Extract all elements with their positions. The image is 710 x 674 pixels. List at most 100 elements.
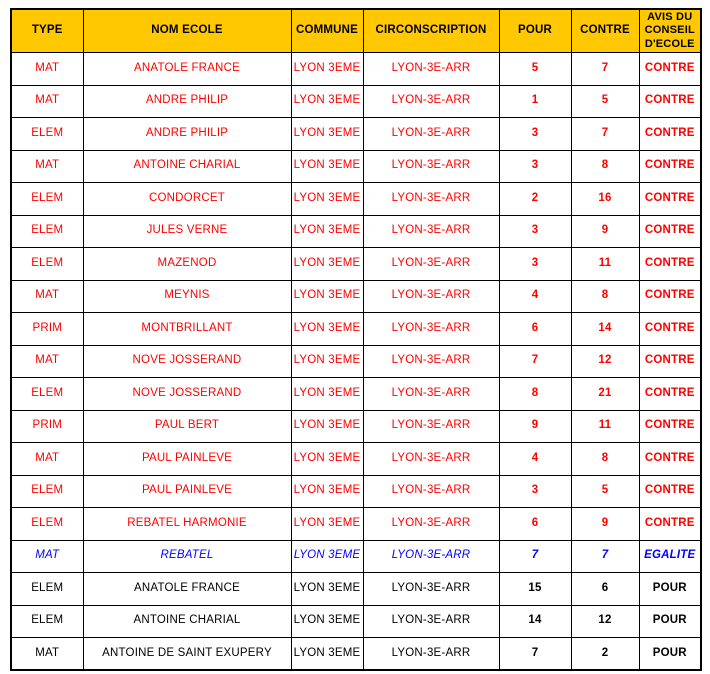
table-row: MAT PAUL PAINLEVE LYON 3EME LYON-3E-ARR 4 8 CO… (10, 442, 702, 476)
cell-circonscription: LYON-3E-ARR (362, 604, 500, 638)
cell-commune: LYON 3EME (290, 247, 364, 281)
cell-nom-ecole: PAUL PAINLEVE (82, 442, 292, 476)
cell-type: MAT (10, 637, 84, 671)
cell-nom-ecole: REBATEL HARMONIE (82, 507, 292, 541)
cell-commune: LYON 3EME (290, 442, 364, 476)
cell-commune: LYON 3EME (290, 84, 364, 118)
cell-type: ELEM (10, 117, 84, 151)
cell-circonscription: LYON-3E-ARR (362, 117, 500, 151)
cell-pour: 7 (498, 539, 572, 573)
cell-commune: LYON 3EME (290, 474, 364, 508)
cell-avis: CONTRE (638, 442, 702, 476)
cell-pour: 5 (498, 52, 572, 86)
table-row: MAT ANATOLE FRANCE LYON 3EME LYON-3E-ARR 5 7 C… (10, 52, 702, 86)
table-row: ELEM REBATEL HARMONIE LYON 3EME LYON-3E-ARR… (10, 507, 702, 541)
cell-circonscription: LYON-3E-ARR (362, 474, 500, 508)
cell-pour: 3 (498, 214, 572, 248)
cell-commune: LYON 3EME (290, 52, 364, 86)
avis-header-line-2: CONSEIL (644, 24, 695, 37)
cell-commune: LYON 3EME (290, 312, 364, 346)
cell-pour: 7 (498, 637, 572, 671)
cell-commune: LYON 3EME (290, 604, 364, 638)
cell-pour: 4 (498, 442, 572, 476)
cell-circonscription: LYON-3E-ARR (362, 247, 500, 281)
cell-commune: LYON 3EME (290, 117, 364, 151)
cell-circonscription: LYON-3E-ARR (362, 409, 500, 443)
cell-nom-ecole: ANTOINE DE SAINT EXUPERY (82, 637, 292, 671)
cell-type: ELEM (10, 604, 84, 638)
cell-pour: 3 (498, 149, 572, 183)
cell-avis: POUR (638, 637, 702, 671)
cell-pour: 2 (498, 182, 572, 216)
cell-avis: EGALITE (638, 539, 702, 573)
school-council-vote-table: TYPE NOM ECOLE COMMUNE CIRCONSCRIPTION P… (10, 8, 702, 671)
cell-pour: 7 (498, 344, 572, 378)
cell-contre: 9 (570, 507, 640, 541)
cell-nom-ecole: ANDRE PHILIP (82, 84, 292, 118)
table-row: MAT ANTOINE CHARIAL LYON 3EME LYON-3E-ARR 3 8… (10, 149, 702, 183)
cell-type: PRIM (10, 409, 84, 443)
cell-type: MAT (10, 442, 84, 476)
cell-circonscription: LYON-3E-ARR (362, 442, 500, 476)
cell-nom-ecole: CONDORCET (82, 182, 292, 216)
cell-type: MAT (10, 149, 84, 183)
cell-commune: LYON 3EME (290, 182, 364, 216)
table-row: ELEM JULES VERNE LYON 3EME LYON-3E-ARR 3 9 CON… (10, 214, 702, 248)
cell-type: ELEM (10, 507, 84, 541)
cell-avis: CONTRE (638, 474, 702, 508)
cell-contre: 12 (570, 604, 640, 638)
column-header-commune: COMMUNE (290, 8, 364, 53)
cell-commune: LYON 3EME (290, 149, 364, 183)
cell-circonscription: LYON-3E-ARR (362, 637, 500, 671)
cell-circonscription: LYON-3E-ARR (362, 312, 500, 346)
table-row: ELEM ANTOINE CHARIAL LYON 3EME LYON-3E-ARR 1… (10, 604, 702, 638)
cell-commune: LYON 3EME (290, 539, 364, 573)
cell-avis: CONTRE (638, 52, 702, 86)
cell-avis: CONTRE (638, 182, 702, 216)
cell-nom-ecole: MAZENOD (82, 247, 292, 281)
cell-type: MAT (10, 539, 84, 573)
table-row: MAT NOVE JOSSERAND LYON 3EME LYON-3E-ARR 7 12… (10, 344, 702, 378)
cell-contre: 14 (570, 312, 640, 346)
cell-contre: 8 (570, 279, 640, 313)
cell-contre: 11 (570, 247, 640, 281)
cell-nom-ecole: NOVE JOSSERAND (82, 344, 292, 378)
cell-circonscription: LYON-3E-ARR (362, 377, 500, 411)
cell-avis: CONTRE (638, 84, 702, 118)
cell-commune: LYON 3EME (290, 214, 364, 248)
cell-contre: 5 (570, 474, 640, 508)
cell-circonscription: LYON-3E-ARR (362, 182, 500, 216)
cell-commune: LYON 3EME (290, 572, 364, 606)
cell-commune: LYON 3EME (290, 409, 364, 443)
cell-pour: 14 (498, 604, 572, 638)
header-row: TYPE NOM ECOLE COMMUNE CIRCONSCRIPTION P… (10, 8, 702, 53)
cell-type: MAT (10, 279, 84, 313)
cell-contre: 8 (570, 442, 640, 476)
cell-pour: 3 (498, 117, 572, 151)
cell-type: ELEM (10, 214, 84, 248)
avis-header-line-1: AVIS DU (647, 10, 693, 23)
cell-circonscription: LYON-3E-ARR (362, 507, 500, 541)
cell-nom-ecole: MEYNIS (82, 279, 292, 313)
cell-type: ELEM (10, 474, 84, 508)
cell-nom-ecole: ANTOINE CHARIAL (82, 149, 292, 183)
vote-table-container: TYPE NOM ECOLE COMMUNE CIRCONSCRIPTION P… (10, 8, 702, 671)
cell-circonscription: LYON-3E-ARR (362, 149, 500, 183)
table-body: MAT ANATOLE FRANCE LYON 3EME LYON-3E-ARR 5 7 C… (10, 52, 702, 671)
table-row: ELEM CONDORCET LYON 3EME LYON-3E-ARR 2 16 CONT… (10, 182, 702, 216)
cell-pour: 4 (498, 279, 572, 313)
cell-type: ELEM (10, 377, 84, 411)
cell-commune: LYON 3EME (290, 344, 364, 378)
cell-pour: 3 (498, 247, 572, 281)
table-row: MAT ANTOINE DE SAINT EXUPERY LYON 3EME LYON… (10, 637, 702, 671)
cell-nom-ecole: PAUL BERT (82, 409, 292, 443)
cell-type: MAT (10, 84, 84, 118)
cell-avis: CONTRE (638, 214, 702, 248)
table-row: ELEM PAUL PAINLEVE LYON 3EME LYON-3E-ARR 3 5 C… (10, 474, 702, 508)
cell-circonscription: LYON-3E-ARR (362, 539, 500, 573)
table-row: PRIM PAUL BERT LYON 3EME LYON-3E-ARR 9 11 CONT… (10, 409, 702, 443)
cell-contre: 7 (570, 52, 640, 86)
cell-type: ELEM (10, 247, 84, 281)
cell-avis: CONTRE (638, 247, 702, 281)
cell-nom-ecole: PAUL PAINLEVE (82, 474, 292, 508)
